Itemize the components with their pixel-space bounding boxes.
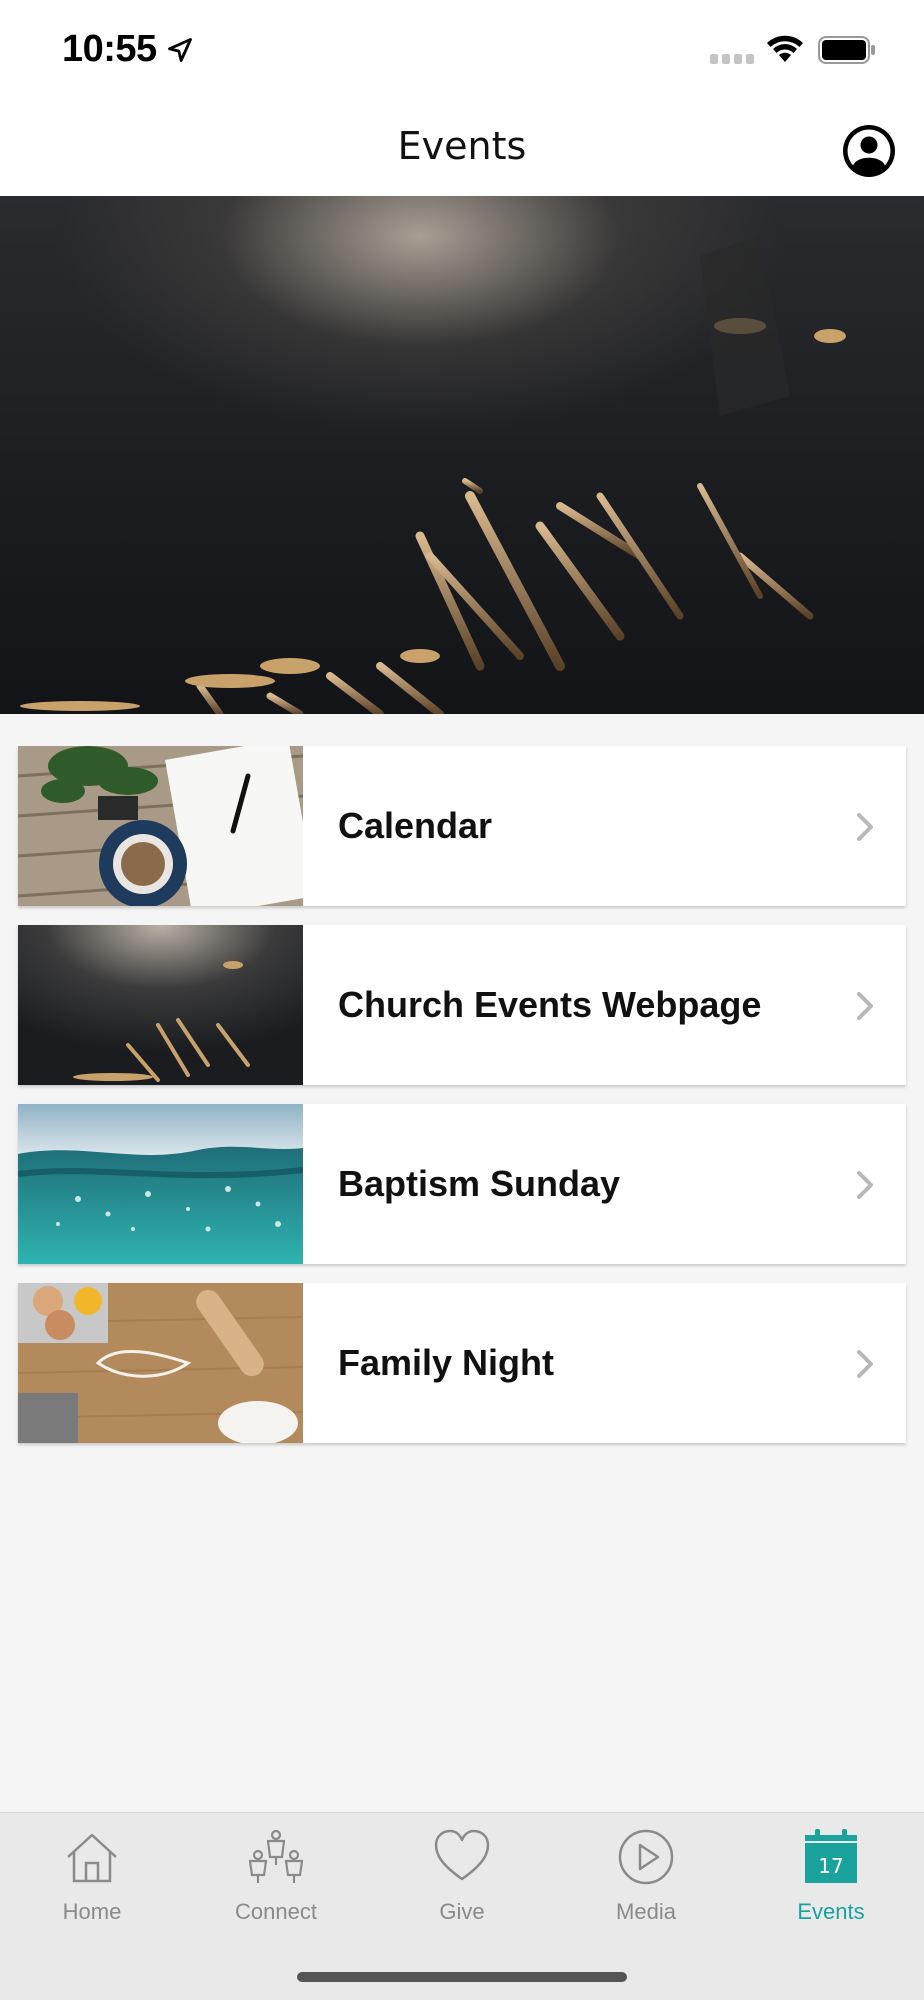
chevron-right-icon: [857, 1171, 873, 1199]
connect-icon: [248, 1829, 304, 1883]
tab-media[interactable]: Media: [554, 1827, 738, 1937]
calendar-badge: 17: [818, 1854, 843, 1878]
status-bar: 10:55: [0, 0, 924, 100]
location-arrow-icon: [168, 38, 192, 62]
chevron-right-icon: [857, 1350, 873, 1378]
chevron-right-icon: [857, 813, 873, 841]
profile-icon[interactable]: [842, 124, 896, 178]
tab-label: Give: [439, 1899, 485, 1924]
family-baking-thumbnail: [18, 1283, 303, 1443]
calendar-thumbnail: [18, 746, 303, 906]
tab-label: Connect: [235, 1899, 317, 1924]
tab-give[interactable]: Give: [370, 1827, 554, 1937]
nav-bar: Events: [0, 100, 924, 196]
home-icon: [67, 1833, 117, 1883]
tab-connect[interactable]: Connect: [184, 1827, 368, 1937]
event-card-church-events-webpage[interactable]: Church Events Webpage: [18, 925, 906, 1085]
chevron-right-icon: [857, 992, 873, 1020]
event-label: Church Events Webpage: [338, 984, 762, 1025]
battery-icon: [818, 36, 875, 64]
calendar-icon: 17: [805, 1829, 857, 1883]
hero-banner: [0, 196, 924, 714]
worship-hands-image: [20, 236, 846, 714]
event-card-baptism-sunday[interactable]: Baptism Sunday: [18, 1104, 906, 1264]
wifi-icon: [767, 35, 803, 62]
event-label: Calendar: [338, 805, 493, 846]
tab-home[interactable]: Home: [0, 1827, 184, 1937]
worship-thumbnail: [18, 925, 303, 1085]
water-thumbnail: [18, 1104, 303, 1264]
status-time: 10:55: [62, 28, 157, 70]
tab-label: Media: [616, 1899, 676, 1924]
tab-label: Events: [797, 1899, 865, 1924]
event-card-family-night[interactable]: Family Night: [18, 1283, 906, 1443]
tab-label: Home: [62, 1899, 122, 1924]
signal-icon: [710, 54, 754, 64]
page-title: Events: [397, 124, 527, 168]
event-card-calendar[interactable]: Calendar: [18, 746, 906, 906]
play-icon: [618, 1829, 674, 1885]
event-label: Baptism Sunday: [338, 1163, 621, 1204]
home-indicator[interactable]: [297, 1972, 627, 1982]
event-list: Calendar Church Events Webpage Baptism S…: [18, 746, 906, 1462]
heart-icon: [434, 1829, 490, 1881]
tab-events[interactable]: 17 Events: [739, 1827, 923, 1937]
event-label: Family Night: [338, 1342, 555, 1383]
